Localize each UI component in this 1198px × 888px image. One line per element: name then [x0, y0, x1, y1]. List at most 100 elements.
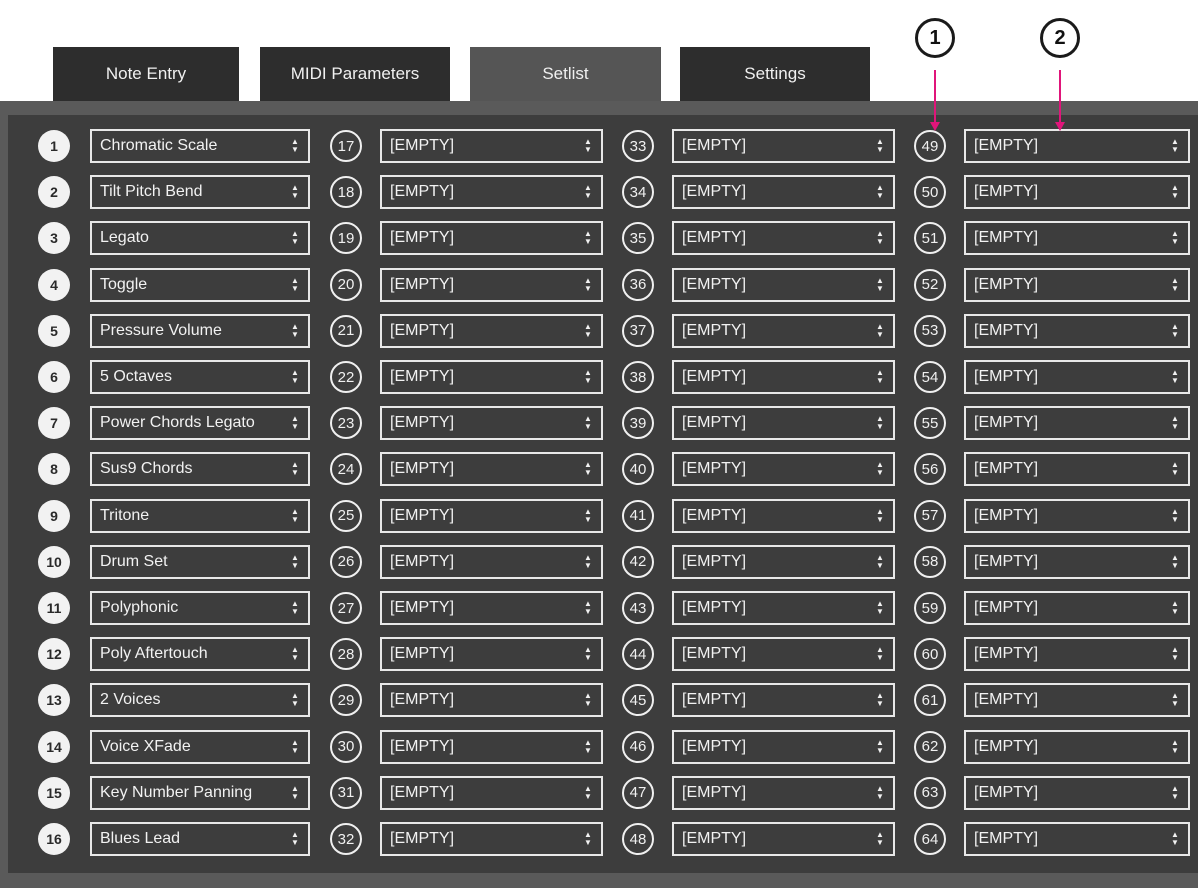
slot-preset-label: [EMPTY] [974, 137, 1039, 154]
slot-preset-select-7[interactable]: Power Chords Legato ▲ ▼ [90, 406, 310, 441]
slot-preset-select-56[interactable]: [EMPTY] ▲ ▼ [964, 452, 1190, 487]
slot-preset-select-46[interactable]: [EMPTY] ▲ ▼ [672, 729, 895, 764]
slot-preset-select-3[interactable]: Legato ▲ ▼ [90, 221, 310, 256]
slot-preset-select-61[interactable]: [EMPTY] ▲ ▼ [964, 683, 1190, 718]
slot-preset-select-48[interactable]: [EMPTY] ▲ ▼ [672, 822, 895, 856]
slot-preset-select-2[interactable]: Tilt Pitch Bend ▲ ▼ [90, 175, 310, 210]
slot-preset-select-59[interactable]: [EMPTY] ▲ ▼ [964, 591, 1190, 625]
slot-preset-select-24[interactable]: [EMPTY] ▲ ▼ [380, 452, 603, 487]
slot-preset-select-58[interactable]: [EMPTY] ▲ ▼ [964, 544, 1190, 579]
slot-preset-select-5[interactable]: Pressure Volume ▲ ▼ [90, 313, 310, 348]
slot-preset-select-34[interactable]: [EMPTY] ▲ ▼ [672, 175, 895, 210]
slot-preset-select-50[interactable]: [EMPTY] ▲ ▼ [964, 175, 1190, 210]
slot-preset-label: Poly Aftertouch [100, 645, 208, 663]
slot-preset-select-26[interactable]: [EMPTY] ▲ ▼ [380, 544, 603, 579]
slot-number-45: 45 [622, 684, 654, 717]
slot-preset-select-1[interactable]: Chromatic Scale ▲ ▼ [90, 129, 310, 163]
slot-preset-select-9[interactable]: Tritone ▲ ▼ [90, 498, 310, 533]
slot-preset-label: [EMPTY] [390, 691, 455, 709]
slot-preset-select-43[interactable]: [EMPTY] ▲ ▼ [672, 591, 895, 625]
slot-preset-select-13[interactable]: 2 Voices ▲ ▼ [90, 683, 310, 718]
slot-preset-select-23[interactable]: [EMPTY] ▲ ▼ [380, 406, 603, 441]
slot-preset-select-54[interactable]: [EMPTY] ▲ ▼ [964, 360, 1190, 394]
slot-preset-select-28[interactable]: [EMPTY] ▲ ▼ [380, 637, 603, 672]
up-down-chevron-icon: ▲ ▼ [1171, 137, 1179, 154]
slot-preset-select-44[interactable]: [EMPTY] ▲ ▼ [672, 637, 895, 672]
tab-note-entry[interactable]: Note Entry [53, 47, 239, 101]
up-down-chevron-icon: ▲ ▼ [876, 321, 884, 339]
slot-preset-select-41[interactable]: [EMPTY] ▲ ▼ [672, 498, 895, 533]
slot-preset-select-55[interactable]: [EMPTY] ▲ ▼ [964, 406, 1190, 441]
slot-preset-select-33[interactable]: [EMPTY] ▲ ▼ [672, 129, 895, 163]
up-down-chevron-icon: ▲ ▼ [291, 506, 299, 524]
up-down-chevron-icon: ▲ ▼ [876, 229, 884, 247]
slot-preset-select-27[interactable]: [EMPTY] ▲ ▼ [380, 591, 603, 625]
slot-preset-select-63[interactable]: [EMPTY] ▲ ▼ [964, 775, 1190, 810]
slot-preset-select-21[interactable]: [EMPTY] ▲ ▼ [380, 313, 603, 348]
slot-number-52: 52 [914, 268, 946, 301]
slot-preset-select-47[interactable]: [EMPTY] ▲ ▼ [672, 775, 895, 810]
slot-preset-select-53[interactable]: [EMPTY] ▲ ▼ [964, 313, 1190, 348]
up-down-chevron-icon: ▲ ▼ [291, 414, 299, 432]
slot-preset-select-45[interactable]: [EMPTY] ▲ ▼ [672, 683, 895, 718]
slot-preset-select-39[interactable]: [EMPTY] ▲ ▼ [672, 406, 895, 441]
slot-number-58: 58 [914, 545, 946, 578]
slot-preset-select-8[interactable]: Sus9 Chords ▲ ▼ [90, 452, 310, 487]
slot-preset-select-38[interactable]: [EMPTY] ▲ ▼ [672, 360, 895, 394]
slot-preset-label: Power Chords Legato [100, 414, 255, 432]
slot-number-24: 24 [330, 453, 362, 486]
up-down-chevron-icon: ▲ ▼ [584, 691, 592, 709]
up-down-chevron-icon: ▲ ▼ [876, 599, 884, 616]
tab-midi-parameters[interactable]: MIDI Parameters [260, 47, 450, 101]
slot-number-43: 43 [622, 592, 654, 624]
slot-preset-select-22[interactable]: [EMPTY] ▲ ▼ [380, 360, 603, 394]
slot-preset-select-42[interactable]: [EMPTY] ▲ ▼ [672, 544, 895, 579]
slot-preset-label: [EMPTY] [974, 506, 1039, 524]
up-down-chevron-icon: ▲ ▼ [876, 183, 884, 201]
slot-preset-select-30[interactable]: [EMPTY] ▲ ▼ [380, 729, 603, 764]
slot-preset-select-60[interactable]: [EMPTY] ▲ ▼ [964, 637, 1190, 672]
slot-preset-select-6[interactable]: 5 Octaves ▲ ▼ [90, 360, 310, 394]
slot-preset-select-64[interactable]: [EMPTY] ▲ ▼ [964, 822, 1190, 856]
up-down-chevron-icon: ▲ ▼ [584, 460, 592, 478]
slot-preset-label: [EMPTY] [390, 183, 455, 201]
slot-preset-select-17[interactable]: [EMPTY] ▲ ▼ [380, 129, 603, 163]
slot-preset-select-49[interactable]: [EMPTY] ▲ ▼ [964, 129, 1190, 163]
slot-number-12: 12 [38, 638, 70, 671]
slot-preset-select-11[interactable]: Polyphonic ▲ ▼ [90, 591, 310, 625]
slot-preset-select-52[interactable]: [EMPTY] ▲ ▼ [964, 267, 1190, 302]
slot-preset-select-20[interactable]: [EMPTY] ▲ ▼ [380, 267, 603, 302]
slot-preset-select-4[interactable]: Toggle ▲ ▼ [90, 267, 310, 302]
slot-preset-select-37[interactable]: [EMPTY] ▲ ▼ [672, 313, 895, 348]
up-down-chevron-icon: ▲ ▼ [876, 414, 884, 432]
slot-number-27: 27 [330, 592, 362, 624]
up-down-chevron-icon: ▲ ▼ [584, 368, 592, 385]
slot-preset-select-62[interactable]: [EMPTY] ▲ ▼ [964, 729, 1190, 764]
slot-number-61: 61 [914, 684, 946, 717]
up-down-chevron-icon: ▲ ▼ [1171, 691, 1179, 709]
up-down-chevron-icon: ▲ ▼ [876, 783, 884, 801]
slot-preset-select-57[interactable]: [EMPTY] ▲ ▼ [964, 498, 1190, 533]
slot-preset-select-10[interactable]: Drum Set ▲ ▼ [90, 544, 310, 579]
up-down-chevron-icon: ▲ ▼ [1171, 830, 1179, 847]
slot-preset-select-31[interactable]: [EMPTY] ▲ ▼ [380, 775, 603, 810]
slot-preset-select-12[interactable]: Poly Aftertouch ▲ ▼ [90, 637, 310, 672]
up-down-chevron-icon: ▲ ▼ [291, 783, 299, 801]
tab-settings[interactable]: Settings [680, 47, 870, 101]
slot-preset-select-29[interactable]: [EMPTY] ▲ ▼ [380, 683, 603, 718]
slot-preset-select-36[interactable]: [EMPTY] ▲ ▼ [672, 267, 895, 302]
slot-preset-select-16[interactable]: Blues Lead ▲ ▼ [90, 822, 310, 856]
slot-preset-label: [EMPTY] [682, 830, 747, 847]
tab-setlist[interactable]: Setlist [470, 47, 661, 101]
slot-number-53: 53 [914, 314, 946, 347]
slot-preset-select-15[interactable]: Key Number Panning ▲ ▼ [90, 775, 310, 810]
up-down-chevron-icon: ▲ ▼ [291, 460, 299, 478]
slot-preset-select-19[interactable]: [EMPTY] ▲ ▼ [380, 221, 603, 256]
slot-preset-select-25[interactable]: [EMPTY] ▲ ▼ [380, 498, 603, 533]
slot-preset-select-14[interactable]: Voice XFade ▲ ▼ [90, 729, 310, 764]
slot-preset-select-40[interactable]: [EMPTY] ▲ ▼ [672, 452, 895, 487]
slot-preset-select-51[interactable]: [EMPTY] ▲ ▼ [964, 221, 1190, 256]
slot-preset-select-18[interactable]: [EMPTY] ▲ ▼ [380, 175, 603, 210]
slot-preset-select-32[interactable]: [EMPTY] ▲ ▼ [380, 822, 603, 856]
slot-preset-select-35[interactable]: [EMPTY] ▲ ▼ [672, 221, 895, 256]
